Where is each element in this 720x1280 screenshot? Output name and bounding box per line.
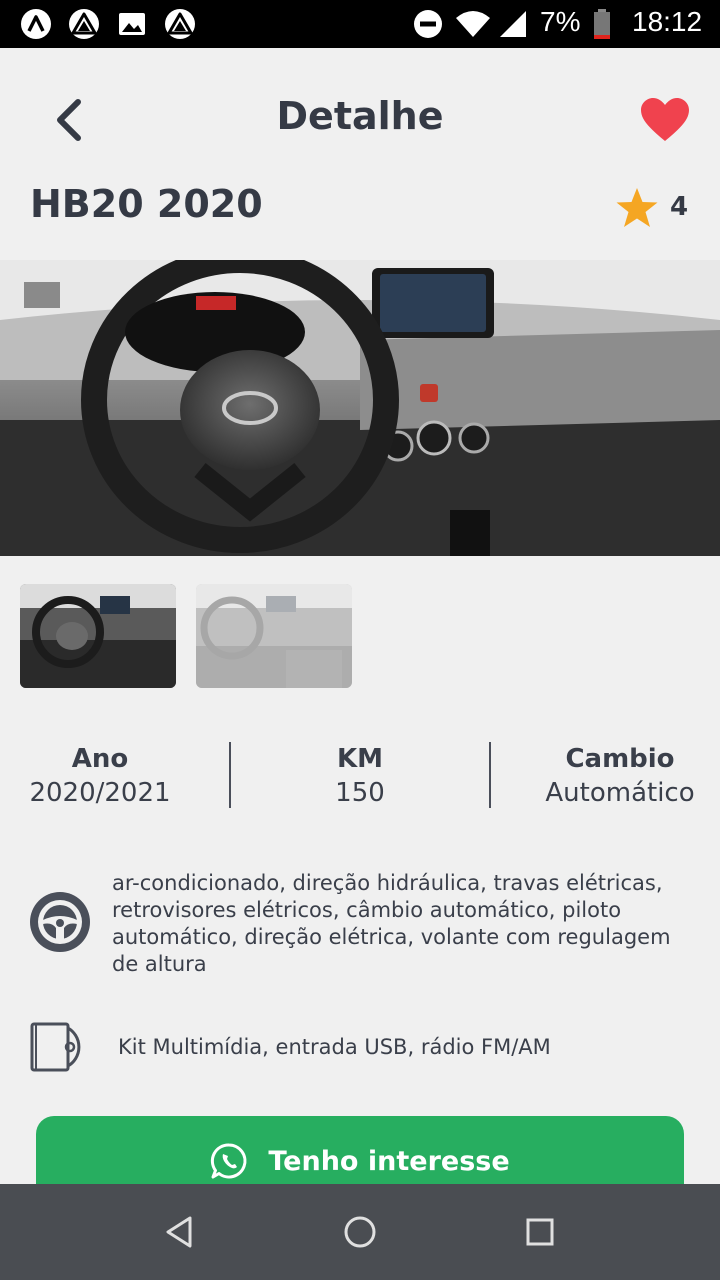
gallery-thumbnail[interactable] (196, 584, 352, 688)
app-triangle-icon (165, 9, 195, 39)
spec-label: KM (336, 744, 384, 774)
page-title: Detalhe (276, 94, 444, 138)
interest-button-content: Tenho interesse (36, 1142, 684, 1180)
interest-button-label: Tenho interesse (268, 1145, 510, 1177)
app-a-icon (21, 9, 51, 39)
back-triangle-icon[interactable] (158, 1210, 202, 1254)
whatsapp-icon (211, 1143, 247, 1179)
status-bar: 7% 18:12 (0, 0, 720, 48)
spec-label: Cambio (565, 744, 675, 774)
app-triangle-icon (69, 9, 99, 39)
signal-icon (500, 11, 526, 37)
battery-percent: 7% (540, 6, 581, 37)
car-interior-photo[interactable] (0, 260, 720, 556)
spec-label: Ano (71, 744, 129, 774)
image-icon (119, 13, 145, 35)
cd-case-icon (30, 1022, 81, 1072)
gallery-thumbnail[interactable] (20, 584, 176, 688)
navigation-bar (0, 1184, 720, 1280)
spec-value: 2020/2021 (29, 778, 171, 808)
car-title: HB20 2020 (30, 182, 263, 226)
recents-square-icon[interactable] (518, 1210, 562, 1254)
spec-year: Ano 2020/2021 (0, 742, 220, 810)
feature-comfort-text: ar-condicionado, direção hidráulica, tra… (112, 871, 671, 976)
spec-value: 150 (335, 778, 385, 808)
spec-value: Automático (545, 778, 695, 808)
steering-wheel-icon (30, 892, 90, 952)
divider (229, 742, 231, 808)
clock: 18:12 (632, 6, 703, 37)
wifi-icon (456, 11, 490, 37)
battery-icon (594, 9, 610, 39)
spec-km: KM 150 (240, 742, 480, 810)
feature-multimedia-text: Kit Multimídia, entrada USB, rádio FM/AM (118, 1035, 551, 1059)
divider (489, 742, 491, 808)
star-icon (616, 188, 658, 227)
rating-value: 4 (670, 192, 689, 222)
dnd-icon (414, 10, 442, 38)
spec-transmission: Cambio Automático (500, 742, 720, 810)
home-circle-icon[interactable] (338, 1210, 382, 1254)
heart-icon[interactable] (638, 96, 692, 144)
